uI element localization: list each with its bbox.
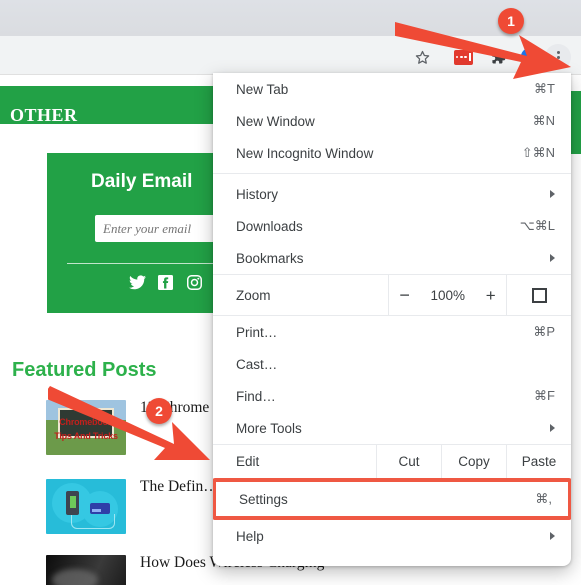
menu-item-new-tab[interactable]: New Tab ⌘T: [213, 73, 571, 105]
profile-avatar-icon[interactable]: [517, 44, 543, 70]
facebook-icon[interactable]: [158, 275, 173, 295]
copy-button[interactable]: Copy: [441, 445, 506, 478]
menu-item-shortcut: ⌘F: [534, 388, 555, 403]
chrome-main-menu: New Tab ⌘T New Window ⌘N New Incognito W…: [213, 73, 571, 566]
menu-item-label: Bookmarks: [236, 250, 304, 266]
star-icon[interactable]: [409, 44, 435, 70]
menu-item-label: New Tab: [236, 81, 289, 97]
annotation-badge-1: 1: [498, 8, 524, 34]
newsletter-title: Daily Email: [91, 171, 193, 192]
puzzle-icon[interactable]: [484, 44, 510, 70]
menu-item-print[interactable]: Print… ⌘P: [213, 316, 571, 348]
menu-item-new-incognito-window[interactable]: New Incognito Window ⇧⌘N: [213, 137, 571, 169]
cut-button[interactable]: Cut: [376, 445, 441, 478]
menu-item-find[interactable]: Find… ⌘F: [213, 380, 571, 412]
paste-button[interactable]: Paste: [506, 445, 571, 478]
menu-item-shortcut: ⌘N: [532, 113, 555, 128]
category-bar-label: OTHER: [10, 105, 78, 125]
menu-item-label: Print…: [236, 324, 278, 340]
menu-item-shortcut: ⌥⌘L: [519, 218, 555, 233]
menu-item-bookmarks[interactable]: Bookmarks: [213, 242, 571, 274]
menu-item-label: Find…: [236, 388, 276, 404]
menu-item-shortcut: ⌘T: [534, 81, 555, 96]
menu-item-shortcut: ⌘P: [533, 324, 555, 339]
wireless-charging-thumbnail: [46, 479, 126, 534]
chromebook-tips-thumbnail: 12 Chromebook Tips And Tricks: [46, 400, 126, 455]
instagram-icon[interactable]: [187, 275, 202, 295]
chevron-right-icon: [550, 254, 555, 262]
menu-item-cast[interactable]: Cast…: [213, 348, 571, 380]
settings-highlight-box: Settings ⌘,: [213, 478, 571, 520]
chevron-right-icon: [550, 532, 555, 540]
zoom-level-value: 100%: [430, 287, 466, 303]
chevron-right-icon: [550, 190, 555, 198]
extension-red-icon[interactable]: [450, 44, 476, 70]
menu-item-more-tools[interactable]: More Tools: [213, 412, 571, 444]
three-dot-menu-icon[interactable]: [545, 44, 571, 70]
zoom-out-button[interactable]: −: [399, 286, 410, 304]
menu-item-label: New Incognito Window: [236, 145, 374, 161]
menu-item-label: Cast…: [236, 356, 278, 372]
menu-item-label: More Tools: [236, 420, 302, 436]
menu-item-shortcut: ⇧⌘N: [521, 145, 555, 160]
browser-tab-strip: [0, 0, 581, 36]
menu-item-label: Downloads: [236, 218, 303, 234]
menu-item-label: Settings: [239, 491, 288, 507]
category-bar-other: OTHER: [0, 86, 220, 125]
menu-item-label: New Window: [236, 113, 315, 129]
menu-item-new-window[interactable]: New Window ⌘N: [213, 105, 571, 137]
menu-separator: [213, 173, 571, 174]
annotation-badge-2: 2: [146, 398, 172, 424]
dark-device-thumbnail: [46, 555, 126, 585]
chevron-right-icon: [550, 424, 555, 432]
menu-row-zoom: Zoom − 100% +: [213, 275, 571, 315]
menu-item-label: History: [236, 186, 279, 202]
fullscreen-button[interactable]: [506, 275, 571, 315]
twitter-icon[interactable]: [129, 275, 146, 295]
menu-item-history[interactable]: History: [213, 178, 571, 210]
menu-item-label: Help: [236, 528, 264, 544]
edit-label: Edit: [236, 454, 260, 469]
zoom-label: Zoom: [236, 287, 271, 303]
menu-item-settings[interactable]: Settings ⌘,: [216, 482, 568, 516]
zoom-in-button[interactable]: +: [486, 287, 496, 304]
menu-item-shortcut: ⌘,: [535, 491, 552, 506]
menu-item-help[interactable]: Help: [213, 520, 571, 552]
menu-item-downloads[interactable]: Downloads ⌥⌘L: [213, 210, 571, 242]
fullscreen-icon: [531, 287, 547, 303]
featured-posts-heading: Featured Posts: [12, 359, 157, 381]
menu-row-edit: Edit Cut Copy Paste: [213, 445, 571, 478]
